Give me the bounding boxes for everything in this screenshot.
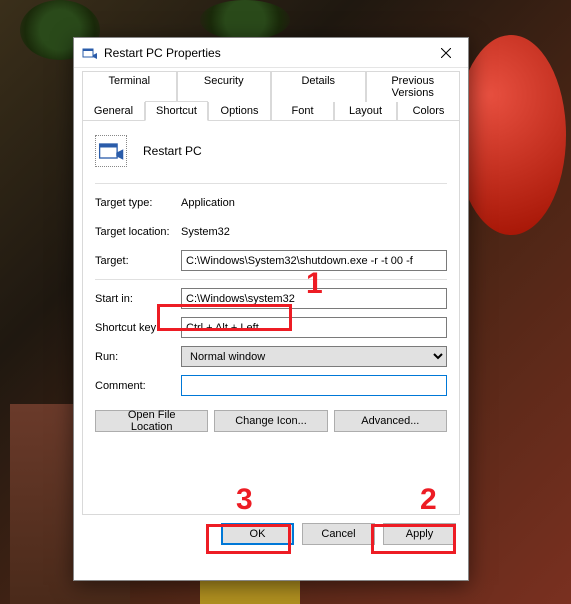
close-button[interactable] (423, 38, 468, 67)
start-in-label: Start in: (95, 293, 181, 305)
open-file-location-button[interactable]: Open File Location (95, 410, 208, 432)
window-icon (82, 45, 98, 61)
run-select[interactable]: Normal window (181, 346, 447, 367)
shortcut-icon[interactable] (95, 135, 127, 167)
tab-details[interactable]: Details (271, 71, 366, 102)
comment-input[interactable] (181, 375, 447, 396)
tab-terminal[interactable]: Terminal (82, 71, 177, 102)
target-type-label: Target type: (95, 197, 181, 209)
target-label: Target: (95, 255, 181, 267)
properties-dialog: Restart PC Properties Terminal Security … (73, 37, 469, 581)
shortcut-name: Restart PC (143, 144, 202, 158)
tab-previous-versions[interactable]: Previous Versions (366, 71, 461, 102)
tab-layout[interactable]: Layout (334, 101, 397, 120)
tab-options[interactable]: Options (208, 101, 271, 120)
apply-button[interactable]: Apply (383, 523, 456, 545)
tab-security[interactable]: Security (177, 71, 272, 102)
target-type-value: Application (181, 197, 235, 209)
close-icon (441, 48, 451, 58)
shortcut-key-input[interactable] (181, 317, 447, 338)
comment-label: Comment: (95, 380, 181, 392)
tab-shortcut[interactable]: Shortcut (145, 101, 208, 121)
start-in-input[interactable] (181, 288, 447, 309)
tab-colors[interactable]: Colors (397, 101, 460, 120)
target-location-value: System32 (181, 226, 230, 238)
advanced-button[interactable]: Advanced... (334, 410, 447, 432)
tab-font[interactable]: Font (271, 101, 334, 120)
titlebar[interactable]: Restart PC Properties (74, 38, 468, 68)
cancel-button[interactable]: Cancel (302, 523, 375, 545)
tab-general[interactable]: General (82, 101, 145, 120)
target-input[interactable] (181, 250, 447, 271)
shortcut-key-label: Shortcut key: (95, 322, 181, 334)
window-title: Restart PC Properties (104, 46, 423, 60)
change-icon-button[interactable]: Change Icon... (214, 410, 327, 432)
tab-panel-shortcut: Restart PC Target type: Application Targ… (82, 120, 460, 515)
tab-strip: Terminal Security Details Previous Versi… (74, 68, 468, 120)
target-location-label: Target location: (95, 226, 181, 238)
run-label: Run: (95, 351, 181, 363)
ok-button[interactable]: OK (221, 523, 294, 545)
dialog-button-row: OK Cancel Apply (74, 523, 468, 557)
